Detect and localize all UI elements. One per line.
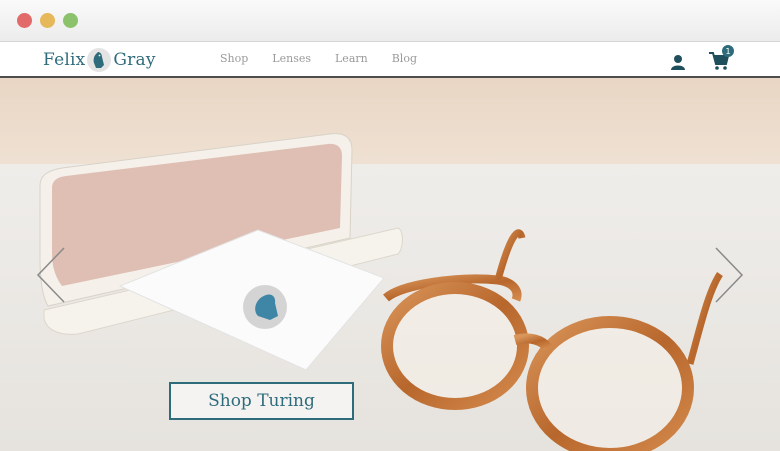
nav-link-shop[interactable]: Shop: [220, 52, 248, 65]
site-header: Felix Gray Shop Lenses Learn Blog 1: [0, 42, 780, 78]
chevron-left-icon[interactable]: [36, 246, 66, 308]
shop-turing-button[interactable]: Shop Turing: [169, 382, 354, 420]
user-icon[interactable]: [669, 53, 687, 71]
hero-carousel: Shop Turing: [0, 78, 780, 451]
brand-name-left: Felix: [43, 50, 86, 70]
browser-window: Felix Gray Shop Lenses Learn Blog 1 Shop…: [0, 0, 780, 451]
chevron-right-icon[interactable]: [714, 246, 744, 308]
minimize-window-button[interactable]: [40, 13, 55, 28]
cart-button[interactable]: 1: [708, 45, 734, 73]
maximize-window-button[interactable]: [63, 13, 78, 28]
window-titlebar: [0, 0, 780, 42]
main-nav: Shop Lenses Learn Blog: [220, 52, 441, 65]
nav-link-learn[interactable]: Learn: [335, 52, 368, 65]
brand-name-right: Gray: [113, 50, 156, 70]
nav-link-blog[interactable]: Blog: [392, 52, 417, 65]
cart-count-badge: 1: [722, 45, 734, 57]
nav-link-lenses[interactable]: Lenses: [272, 52, 311, 65]
owl-icon: [87, 48, 112, 72]
hero-image: [0, 78, 780, 451]
close-window-button[interactable]: [17, 13, 32, 28]
brand-logo[interactable]: Felix Gray: [43, 48, 156, 72]
